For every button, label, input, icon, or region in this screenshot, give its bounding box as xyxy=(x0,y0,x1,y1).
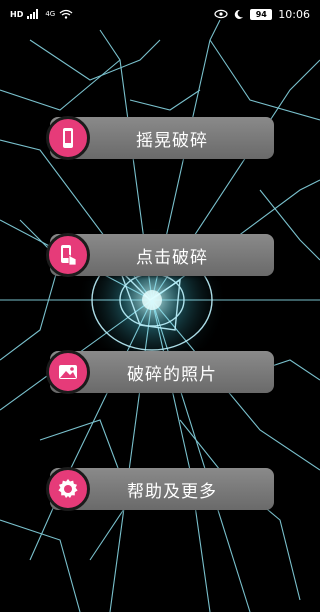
broken-photo-label: 破碎的照片 xyxy=(127,364,217,385)
tap-phone-icon[interactable] xyxy=(46,233,90,277)
photo-icon[interactable] xyxy=(46,350,90,394)
gear-icon[interactable] xyxy=(46,467,90,511)
moon-icon xyxy=(235,9,244,19)
eye-icon xyxy=(214,9,228,19)
shake-break-label: 摇晃破碎 xyxy=(136,130,208,151)
battery-icon: 94 xyxy=(250,8,273,20)
clock: 10:06 xyxy=(278,7,310,21)
network-label: 4G xyxy=(45,10,56,18)
hd-icon: HD xyxy=(10,9,24,19)
signal-icon xyxy=(27,9,39,19)
tap-break-label: 点击破碎 xyxy=(136,247,208,268)
help-more-label: 帮助及更多 xyxy=(127,481,217,502)
status-bar: HD 4G 94 10:06 xyxy=(0,0,320,28)
phone-icon[interactable] xyxy=(46,116,90,160)
wifi-icon xyxy=(59,9,73,19)
cracked-glass-background xyxy=(0,0,320,612)
